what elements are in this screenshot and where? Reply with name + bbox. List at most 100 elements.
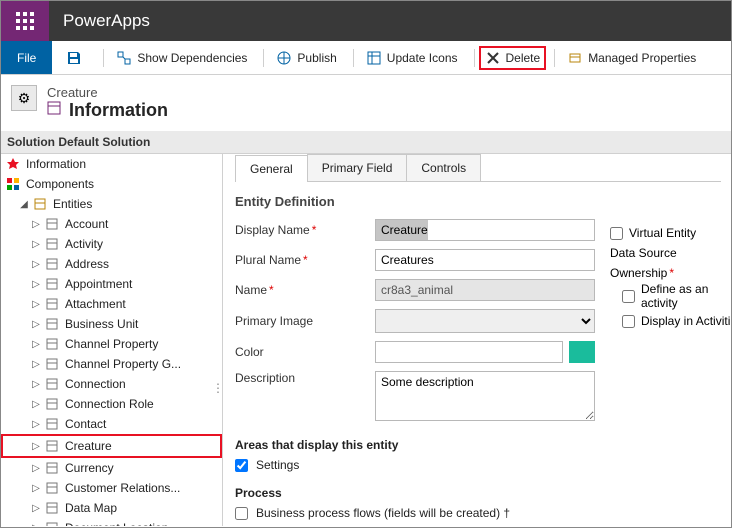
checkbox-display-activities[interactable] — [622, 315, 635, 328]
expand-icon[interactable]: ▷ — [31, 379, 41, 390]
expand-icon[interactable]: ▷ — [31, 441, 41, 452]
tab-general[interactable]: General — [235, 155, 308, 182]
expand-icon[interactable]: ▷ — [31, 339, 41, 350]
sidenav-item-entity[interactable]: ▷ Connection Role — [1, 394, 222, 414]
sidenav-item-entity[interactable]: ▷Connection — [1, 374, 222, 394]
checkbox-bpf[interactable] — [235, 507, 248, 520]
update-icons-button[interactable]: Update Icons — [358, 46, 466, 70]
entity-icon — [44, 236, 60, 252]
solution-tree: Information Components ◢ Entities ▷ Accou… — [1, 154, 223, 526]
label-bpf: Business process flows (fields will be c… — [256, 506, 510, 520]
sidenav-item-entity[interactable]: ▷ Channel Property G... — [1, 354, 222, 374]
entity-icon — [44, 296, 60, 312]
managed-properties-button[interactable]: Managed Properties — [559, 46, 704, 70]
expand-icon[interactable]: ▷ — [31, 299, 41, 310]
tab-strip: General Primary Field Controls — [235, 154, 721, 182]
sidenav-label: Currency — [65, 461, 114, 475]
sidenav-item-components[interactable]: Components — [1, 174, 222, 194]
solution-name-bar: Solution Default Solution — [1, 131, 731, 154]
publish-button[interactable]: Publish — [268, 46, 344, 70]
expand-icon[interactable]: ▷ — [31, 483, 41, 494]
save-button[interactable] — [58, 46, 95, 70]
entity-icon — [44, 500, 60, 516]
entity-icon — [44, 316, 60, 332]
sidenav-label: Data Map — [65, 501, 117, 515]
form-icon — [47, 101, 63, 120]
sidenav-label: Contact — [65, 417, 106, 431]
sidenav-item-entity[interactable]: ▷ Channel Property — [1, 334, 222, 354]
sidenav-item-entity[interactable]: ▷Address — [1, 254, 222, 274]
waffle-menu[interactable] — [1, 1, 49, 41]
save-icon — [66, 50, 82, 66]
sidenav-item-entity[interactable]: ▷Activity — [1, 234, 222, 254]
tab-controls[interactable]: Controls — [406, 154, 481, 181]
sidenav-label: Account — [65, 217, 108, 231]
sidenav-item-entity[interactable]: ▷Creature — [1, 434, 222, 458]
expand-icon[interactable]: ▷ — [31, 463, 41, 474]
entity-icon — [44, 376, 60, 392]
waffle-icon — [16, 12, 34, 30]
expand-icon[interactable]: ▷ — [31, 523, 41, 527]
expand-icon[interactable]: ▷ — [31, 399, 41, 410]
label-area-settings: Settings — [256, 458, 299, 472]
sidenav-label: Channel Property — [65, 337, 158, 351]
select-primary-image[interactable] — [375, 309, 595, 333]
entity-icon — [44, 520, 60, 526]
checkbox-area-settings[interactable] — [235, 459, 248, 472]
color-swatch[interactable] — [569, 341, 595, 363]
sidenav-item-entity[interactable]: ▷ Account — [1, 214, 222, 234]
section-areas: Areas that display this entity — [235, 438, 721, 452]
sidenav-item-entity[interactable]: ▷Customer Relations... — [1, 478, 222, 498]
show-dependencies-button[interactable]: Show Dependencies — [108, 46, 255, 70]
managed-properties-label: Managed Properties — [588, 51, 696, 65]
tab-primary-field[interactable]: Primary Field — [307, 154, 408, 181]
sidenav-label: Information — [26, 157, 86, 171]
expand-icon[interactable]: ▷ — [31, 239, 41, 250]
entity-icon — [44, 216, 60, 232]
expand-icon[interactable]: ▷ — [31, 359, 41, 370]
sidenav-resize-handle[interactable]: ⋮ — [214, 377, 222, 399]
sidenav-item-entity[interactable]: ▷ Attachment — [1, 294, 222, 314]
expand-icon[interactable]: ▷ — [31, 259, 41, 270]
expand-icon[interactable]: ▷ — [31, 503, 41, 514]
sidenav-item-entity[interactable]: ▷Business Unit — [1, 314, 222, 334]
section-process: Process — [235, 486, 721, 500]
sidenav-label: Attachment — [65, 297, 126, 311]
page-header: ⚙ Creature Information — [1, 75, 731, 131]
textarea-description[interactable] — [375, 371, 595, 421]
sidenav-item-entities[interactable]: ◢ Entities — [1, 194, 222, 214]
sidenav-item-entity[interactable]: ▷ Data Map — [1, 498, 222, 518]
file-menu-button[interactable]: File — [1, 41, 52, 74]
show-dependencies-label: Show Dependencies — [137, 51, 247, 65]
delete-button[interactable]: Delete — [479, 46, 547, 70]
expand-icon[interactable]: ▷ — [31, 279, 41, 290]
sidenav-item-information[interactable]: Information — [1, 154, 222, 174]
update-icons-label: Update Icons — [387, 51, 458, 65]
page-title: Information — [69, 100, 168, 121]
sidenav-item-entity[interactable]: ▷ Currency — [1, 458, 222, 478]
entities-icon — [32, 196, 48, 212]
dependencies-icon — [116, 50, 132, 66]
input-color[interactable] — [375, 341, 563, 363]
sidenav-label: Channel Property G... — [65, 357, 181, 371]
components-icon — [5, 176, 21, 192]
delete-icon — [485, 50, 501, 66]
expand-icon[interactable]: ▷ — [31, 219, 41, 230]
label-name: Name* — [235, 283, 375, 297]
managed-properties-icon — [567, 50, 583, 66]
checkbox-virtual-entity[interactable] — [610, 227, 623, 240]
expand-icon[interactable]: ▷ — [31, 319, 41, 330]
expand-icon[interactable]: ▷ — [31, 419, 41, 430]
sidenav-item-entity[interactable]: ▷ Contact — [1, 414, 222, 434]
input-display-name[interactable] — [375, 219, 595, 241]
collapse-icon[interactable]: ◢ — [19, 199, 29, 210]
ribbon: File Show Dependencies Publish Update — [1, 41, 731, 75]
update-icons-icon — [366, 50, 382, 66]
input-plural-name[interactable] — [375, 249, 595, 271]
checkbox-define-activity[interactable] — [622, 290, 635, 303]
label-plural-name: Plural Name* — [235, 253, 375, 267]
sidenav-item-entity[interactable]: ▷Appointment — [1, 274, 222, 294]
sidenav-item-entity[interactable]: ▷Document Location — [1, 518, 222, 526]
sidenav-label: Connection Role — [65, 397, 154, 411]
label-primary-image: Primary Image — [235, 314, 375, 328]
